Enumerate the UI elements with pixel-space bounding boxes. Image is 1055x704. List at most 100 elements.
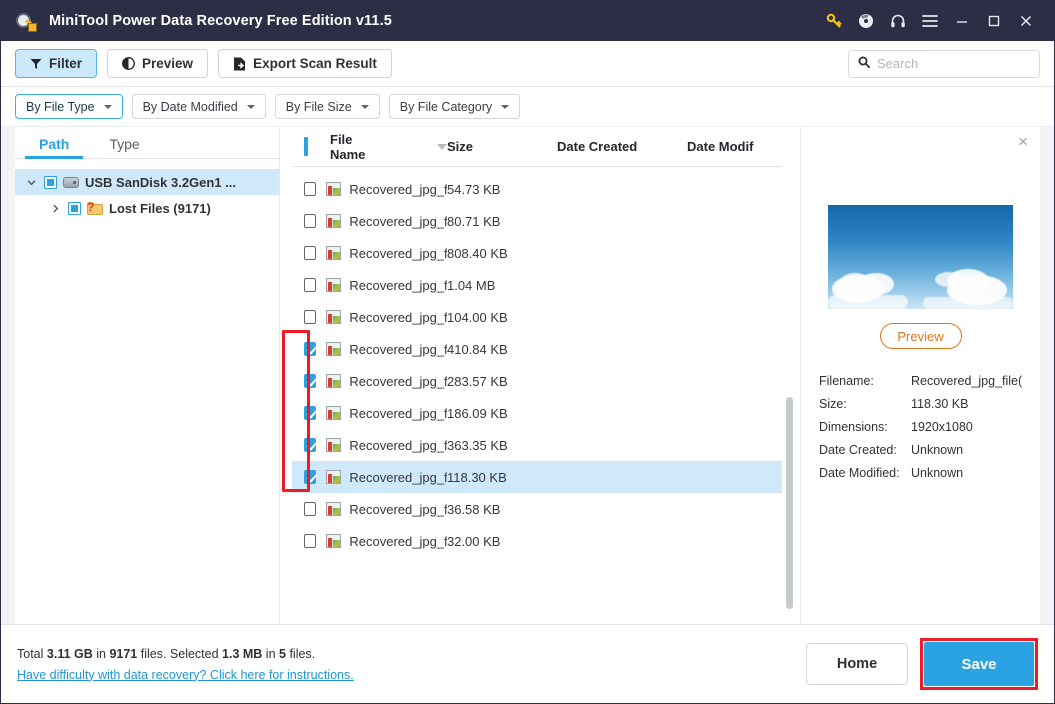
- selected-count: 5: [279, 646, 286, 661]
- meta-value: Unknown: [911, 442, 964, 457]
- row-checkbox[interactable]: [304, 470, 317, 484]
- preview-button-label: Preview: [142, 56, 194, 71]
- file-size-cell: 1.04 MB: [446, 277, 496, 293]
- file-size-cell: 808.40 KB: [446, 245, 508, 261]
- sort-descending-icon[interactable]: [437, 143, 447, 150]
- row-checkbox[interactable]: [304, 374, 317, 388]
- headphones-icon[interactable]: [882, 6, 914, 36]
- table-row[interactable]: Recovered_jpg_fil...410.84 KB: [292, 333, 782, 365]
- footer-bar: Total 3.11 GB in 9171 files. Selected 1.…: [1, 624, 1054, 703]
- table-row[interactable]: Recovered_jpg_fil...808.40 KB: [292, 237, 782, 269]
- filter-by-file-category[interactable]: By File Category: [388, 94, 521, 119]
- unknown-folder-icon: ?: [87, 201, 103, 215]
- total-size: 3.11 GB: [46, 646, 93, 661]
- footer-status: Total 3.11 GB in 9171 files. Selected 1.…: [17, 647, 354, 682]
- export-scan-result-button[interactable]: Export Scan Result: [218, 49, 392, 78]
- tab-type[interactable]: Type: [89, 136, 159, 158]
- column-header-date-created[interactable]: Date Created: [557, 139, 687, 154]
- file-name-cell: Recovered_jpg_fil...: [349, 469, 447, 485]
- table-row[interactable]: Recovered_jpg_fil...54.73 KB: [292, 173, 782, 205]
- image-file-icon: [326, 502, 342, 516]
- column-header-size[interactable]: Size: [447, 139, 557, 154]
- meta-row-dimensions: Dimensions: 1920x1080: [819, 415, 1022, 438]
- close-icon[interactable]: [1010, 6, 1042, 36]
- table-row[interactable]: Recovered_jpg_fil...363.35 KB: [292, 429, 782, 461]
- filter-bar: By File Type By Date Modified By File Si…: [1, 87, 1054, 127]
- selected-suffix: files.: [285, 646, 316, 661]
- column-header-date-modified[interactable]: Date Modif: [687, 139, 782, 154]
- file-size-cell: 80.71 KB: [446, 213, 501, 229]
- meta-value: 1920x1080: [911, 419, 973, 434]
- table-row[interactable]: Recovered_jpg_fil...104.00 KB: [292, 301, 782, 333]
- row-checkbox[interactable]: [304, 438, 317, 452]
- chevron-down-icon[interactable]: [25, 178, 38, 187]
- image-file-icon: [326, 182, 342, 196]
- filter-button[interactable]: Filter: [15, 49, 98, 78]
- row-checkbox[interactable]: [304, 182, 317, 196]
- search-input[interactable]: [877, 56, 1030, 71]
- table-row[interactable]: Recovered_jpg_fil...1.04 MB: [292, 269, 782, 301]
- select-all-checkbox-cell[interactable]: [304, 137, 330, 156]
- row-checkbox[interactable]: [304, 278, 317, 292]
- preview-panel: × Preview Filename: Recovered_jpg_file(7…: [801, 127, 1040, 624]
- meta-row-date-modified: Date Modified: Unknown: [819, 461, 1022, 484]
- table-row[interactable]: Recovered_jpg_fil...283.57 KB: [292, 365, 782, 397]
- chevron-right-icon[interactable]: [49, 203, 62, 213]
- minimize-icon[interactable]: [946, 6, 978, 36]
- maximize-icon[interactable]: [978, 6, 1010, 36]
- filter-by-date-modified[interactable]: By Date Modified: [131, 94, 266, 119]
- tab-path[interactable]: Path: [19, 136, 89, 159]
- row-checkbox[interactable]: [304, 214, 317, 228]
- filter-by-file-category-label: By File Category: [399, 99, 493, 114]
- disc-icon[interactable]: [850, 6, 882, 36]
- tree-item-usb-drive[interactable]: USB SanDisk 3.2Gen1 ...: [15, 169, 279, 195]
- file-name-cell: Recovered_jpg_fil...: [349, 533, 447, 549]
- row-checkbox[interactable]: [304, 502, 317, 516]
- tree-item-lost-files[interactable]: ? Lost Files (9171): [15, 195, 279, 221]
- meta-key: Filename:: [819, 373, 874, 388]
- file-name-cell: Recovered_jpg_fil...: [349, 501, 447, 517]
- table-row[interactable]: Recovered_jpg_fil...32.00 KB: [292, 525, 782, 557]
- row-checkbox[interactable]: [304, 310, 317, 324]
- table-row[interactable]: Recovered_jpg_fil...36.58 KB: [292, 493, 782, 525]
- file-size-cell: 118.30 KB: [446, 469, 507, 485]
- row-checkbox[interactable]: [304, 406, 317, 420]
- column-header-file-name[interactable]: File Name: [330, 132, 447, 162]
- row-checkbox[interactable]: [304, 246, 317, 260]
- file-list-scrollbar[interactable]: [786, 397, 793, 609]
- file-name-cell: Recovered_jpg_fil...: [349, 341, 447, 357]
- preview-file-button[interactable]: Preview: [879, 323, 962, 349]
- hamburger-menu-icon[interactable]: [914, 6, 946, 36]
- filter-by-file-size-label: By File Size: [285, 99, 352, 114]
- chevron-down-icon: [501, 104, 510, 109]
- table-row[interactable]: Recovered_jpg_fil...118.30 KB: [292, 461, 782, 493]
- usb-drive-icon: [63, 176, 79, 188]
- application-window: MiniTool Power Data Recovery Free Editio…: [0, 0, 1055, 704]
- file-name-cell: Recovered_jpg_fil...: [349, 373, 447, 389]
- image-file-icon: [326, 374, 342, 388]
- table-row[interactable]: Recovered_jpg_fil...80.71 KB: [292, 205, 782, 237]
- export-file-icon: [233, 57, 246, 71]
- file-size-cell: 36.58 KB: [446, 501, 501, 517]
- select-all-checkbox[interactable]: [304, 137, 308, 156]
- meta-key: Size:: [819, 396, 847, 411]
- filter-by-file-size[interactable]: By File Size: [274, 94, 380, 119]
- table-row[interactable]: Recovered_jpg_fil...186.09 KB: [292, 397, 782, 429]
- save-button[interactable]: Save: [924, 642, 1034, 686]
- file-size-cell: 283.57 KB: [446, 373, 508, 389]
- app-logo-icon: [15, 10, 37, 32]
- search-box[interactable]: [848, 49, 1040, 78]
- help-link[interactable]: Have difficulty with data recovery? Clic…: [17, 668, 354, 682]
- total-prefix: Total: [17, 646, 47, 661]
- close-preview-icon[interactable]: ×: [1018, 133, 1028, 150]
- device-tree: USB SanDisk 3.2Gen1 ... ? Lost Files (91…: [15, 159, 279, 221]
- filter-by-file-type[interactable]: By File Type: [15, 94, 123, 119]
- home-button[interactable]: Home: [806, 643, 908, 685]
- row-checkbox[interactable]: [304, 534, 317, 548]
- main-toolbar: Filter Preview Export Scan Result: [1, 41, 1054, 87]
- tree-checkbox-lost-files[interactable]: [68, 201, 81, 215]
- row-checkbox[interactable]: [304, 342, 317, 356]
- tree-checkbox-usb-drive[interactable]: [44, 175, 57, 189]
- preview-button[interactable]: Preview: [107, 49, 209, 78]
- key-icon[interactable]: [818, 6, 850, 36]
